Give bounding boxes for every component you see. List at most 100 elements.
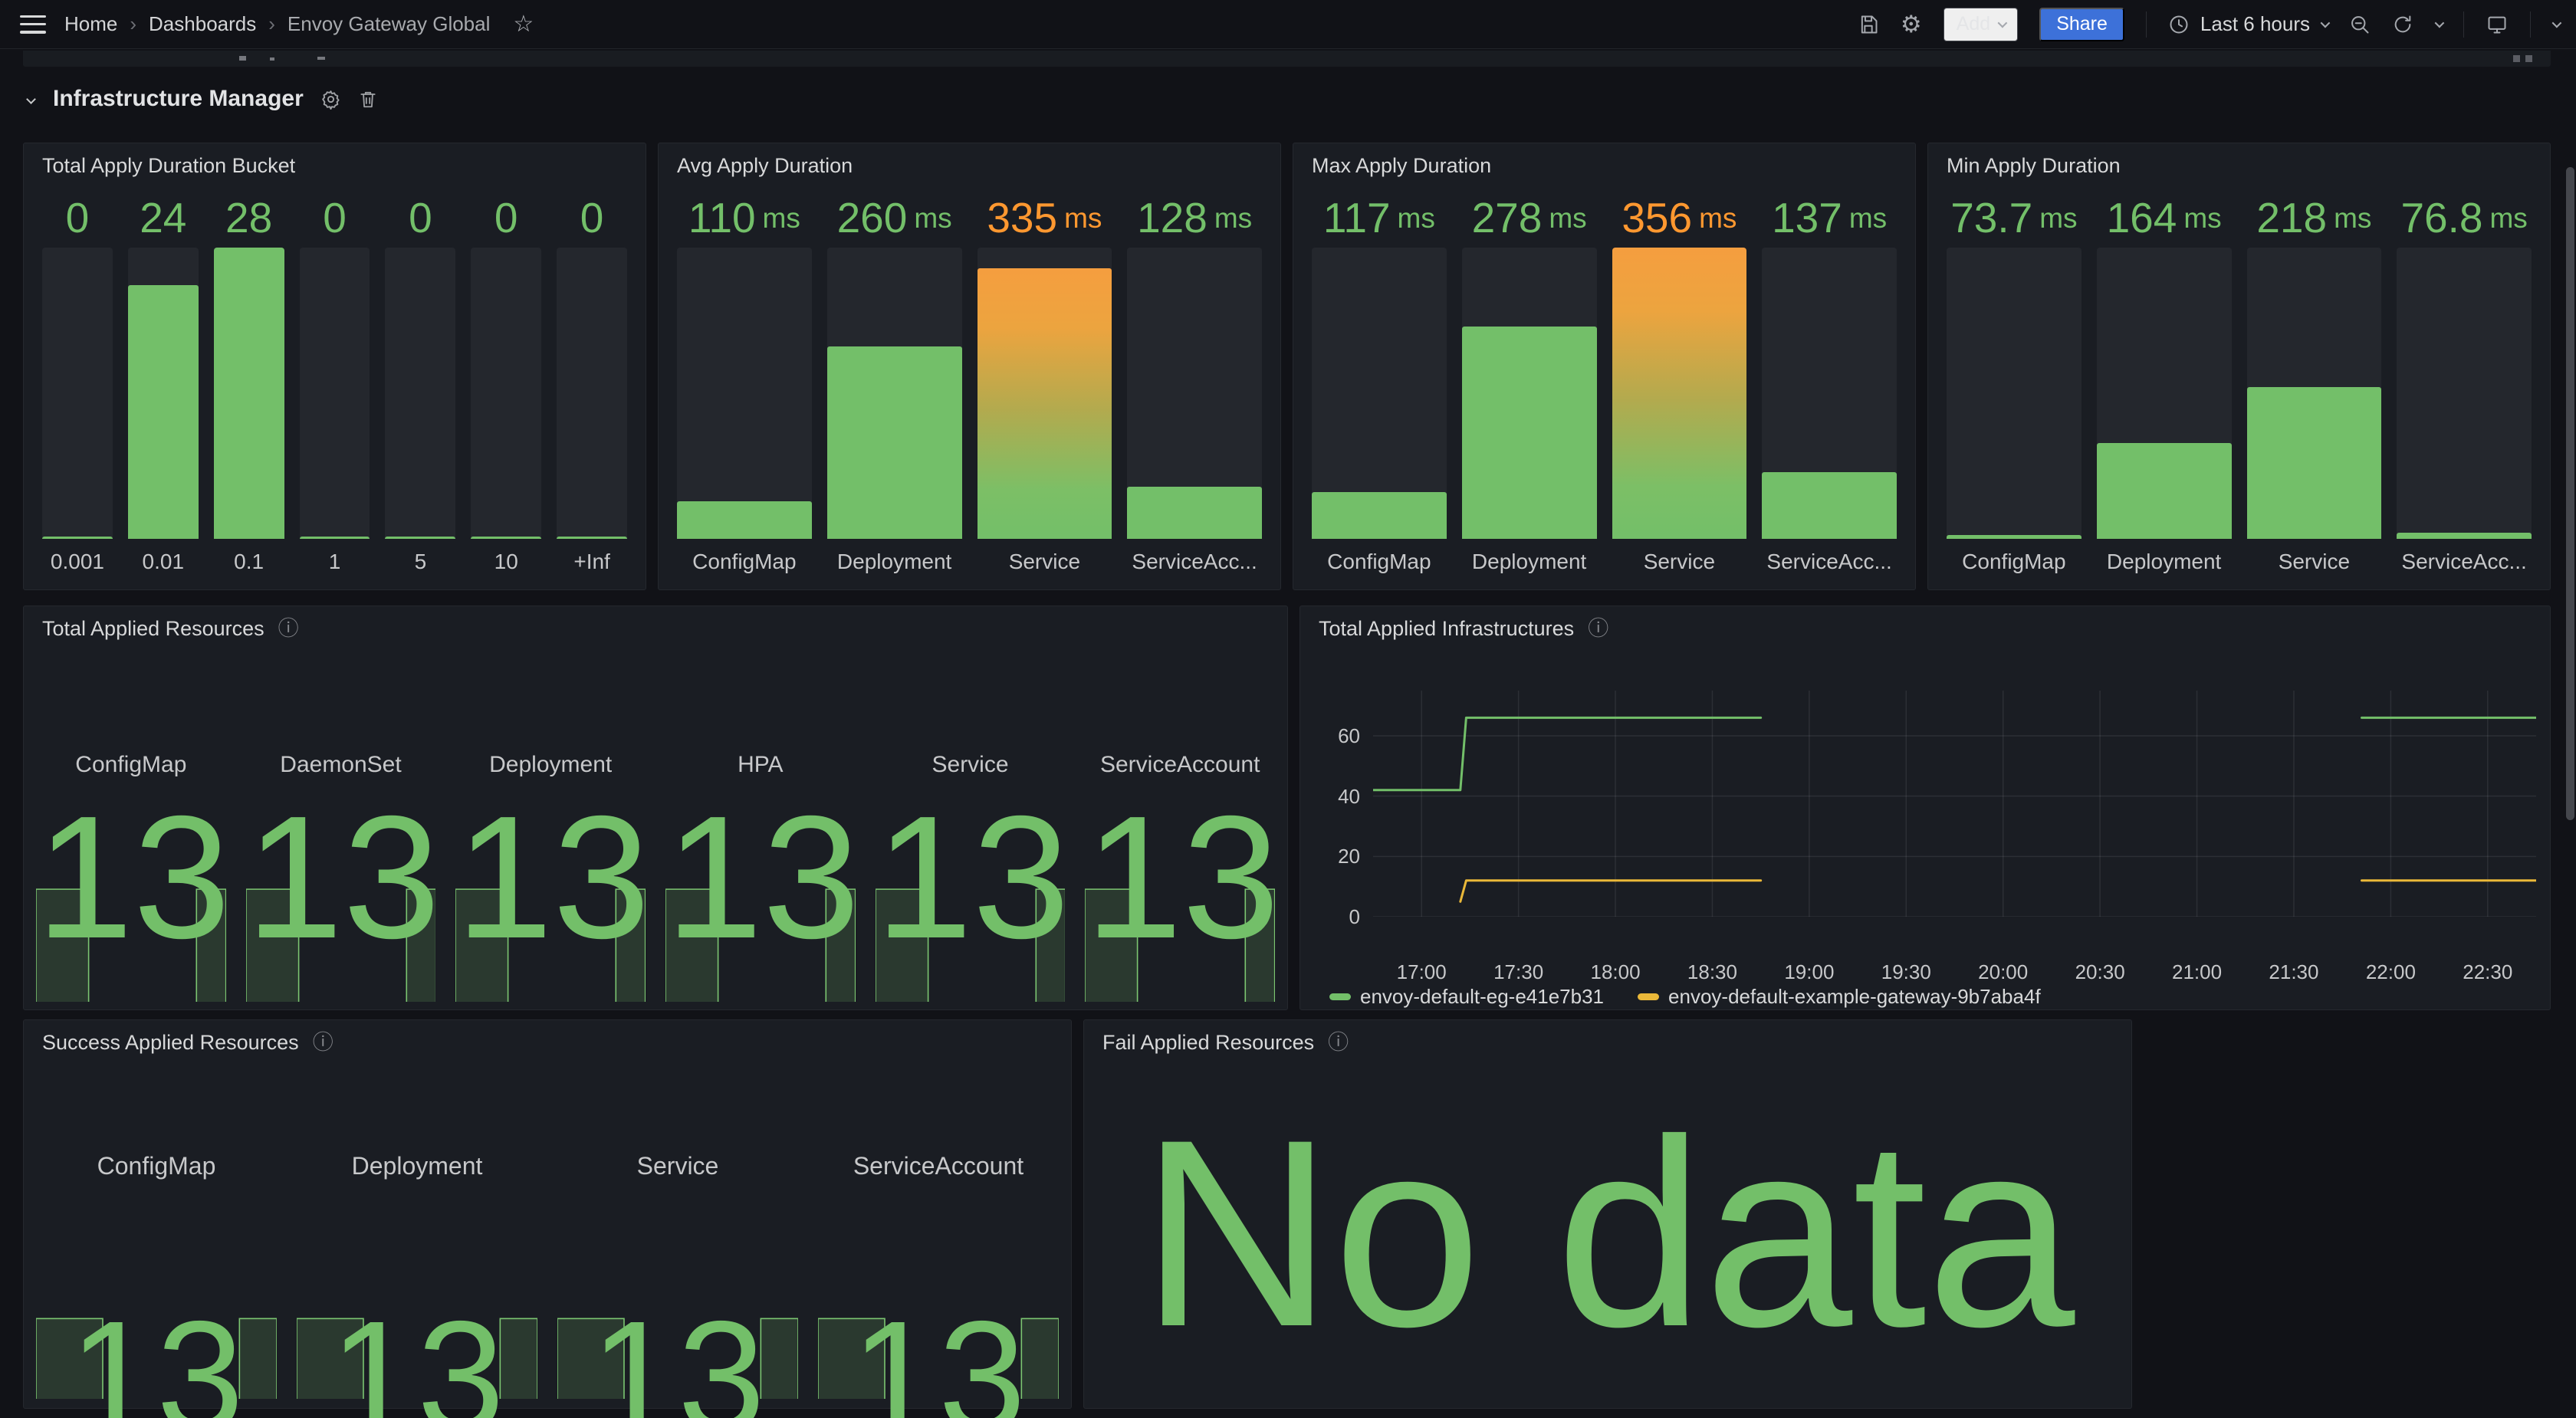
bar-value: 110ms — [677, 188, 812, 248]
bar-category-label: Service — [978, 539, 1112, 574]
panel-title[interactable]: Total Apply Duration Bucket — [42, 154, 295, 178]
scrollbar-thumb[interactable] — [2566, 167, 2574, 820]
panel-title[interactable]: Total Applied Resources — [42, 617, 264, 641]
refresh-icon[interactable] — [2392, 14, 2413, 35]
bar-fill — [2397, 533, 2532, 539]
bar-gauge-column: 73.7msConfigMap — [1947, 188, 2082, 577]
bar-value-number: 24 — [140, 197, 186, 239]
breadcrumb-separator: › — [130, 12, 136, 36]
stat-cell: Deployment13 — [455, 637, 646, 1006]
stat-cell: DaemonSet13 — [246, 637, 436, 1006]
bar-value: 278ms — [1462, 188, 1597, 248]
bar-gauge-column: 00.001 — [42, 188, 113, 577]
bar-value-number: 110 — [688, 197, 756, 239]
bar-fill — [42, 537, 113, 539]
panel-title[interactable]: Total Applied Infrastructures — [1319, 617, 1574, 641]
time-range-picker[interactable]: Last 6 hours — [2168, 12, 2328, 36]
bar-value: 73.7ms — [1947, 188, 2082, 248]
bar-value: 218ms — [2247, 188, 2382, 248]
add-button-label: Add — [1957, 13, 1990, 35]
bar-track — [557, 248, 627, 539]
grafana-dashboard: Home›Dashboards›Envoy Gateway Global ☆ ⚙… — [0, 0, 2576, 1418]
stat-cell: ConfigMap13 — [36, 637, 226, 1006]
bar-gauge-column: 01 — [300, 188, 370, 577]
breadcrumb-item[interactable]: Dashboards — [149, 12, 256, 36]
y-axis-tick-label: 0 — [1317, 905, 1360, 929]
add-button[interactable]: Add — [1944, 8, 2018, 41]
bar-value-number: 0 — [66, 197, 90, 239]
bar-category-label: Deployment — [827, 539, 962, 574]
bar-value-unit: ms — [763, 204, 800, 232]
bar-track — [827, 248, 962, 539]
share-button[interactable]: Share — [2039, 8, 2124, 41]
panel-title[interactable]: Avg Apply Duration — [677, 154, 853, 178]
row-collapse-chevron-icon[interactable] — [26, 94, 36, 104]
bar-value-unit: ms — [1699, 204, 1737, 232]
row-settings-gear-icon[interactable] — [320, 89, 341, 110]
legend-item[interactable]: envoy-default-example-gateway-9b7aba4f — [1638, 985, 2041, 1009]
legend-swatch — [1638, 993, 1659, 1000]
y-axis-tick-label: 40 — [1317, 785, 1360, 809]
legend-label: envoy-default-eg-e41e7b31 — [1360, 985, 1604, 1009]
menu-icon[interactable] — [20, 15, 46, 34]
bar-gauge-column: 356ms Service — [1612, 188, 1747, 577]
bar-track — [978, 248, 1112, 539]
tv-mode-icon[interactable] — [2486, 14, 2509, 35]
bar-track — [2247, 248, 2382, 539]
breadcrumb-item[interactable]: Home — [64, 12, 117, 36]
refresh-interval-chevron-icon[interactable] — [2435, 18, 2445, 28]
bar-track — [471, 248, 541, 539]
save-icon[interactable] — [1858, 14, 1879, 35]
bar-fill — [471, 537, 541, 539]
bar-category-label: ConfigMap — [677, 539, 812, 574]
bar-value: 164ms — [2097, 188, 2232, 248]
panel-total-applied-resources: Total Applied Resources ⓘ ConfigMap13Dae… — [23, 606, 1288, 1010]
stat-grid: ConfigMap13Deployment13Service13ServiceA… — [36, 1051, 1059, 1405]
info-icon[interactable]: ⓘ — [1328, 1032, 1349, 1053]
bar-category-label: +Inf — [557, 539, 627, 574]
divider — [2146, 11, 2147, 38]
stat-cell: Service13 — [557, 1051, 798, 1405]
stat-grid: ConfigMap13DaemonSet13Deployment13HPA13S… — [36, 637, 1275, 1006]
bar-fill — [677, 501, 812, 539]
top-nav: Home›Dashboards›Envoy Gateway Global ☆ ⚙… — [0, 0, 2576, 49]
zoom-out-icon[interactable] — [2349, 14, 2371, 35]
bar-track — [300, 248, 370, 539]
bar-category-label: Deployment — [2097, 539, 2232, 574]
info-icon[interactable]: ⓘ — [278, 619, 299, 639]
chevron-down-icon — [2321, 18, 2331, 28]
time-range-label: Last 6 hours — [2200, 12, 2310, 36]
bar-fill — [1127, 487, 1262, 539]
bar-category-label: Service — [2247, 539, 2382, 574]
panel-title[interactable]: Min Apply Duration — [1947, 154, 2121, 178]
row-title: Infrastructure Manager — [53, 86, 304, 112]
bar-gauge-column: 164ms Deployment — [2097, 188, 2232, 577]
bar-category-label: Service — [1612, 539, 1747, 574]
x-axis-tick-label: 19:00 — [1784, 960, 1834, 984]
panel-title[interactable]: Fail Applied Resources — [1102, 1031, 1314, 1055]
info-icon[interactable]: ⓘ — [313, 1032, 334, 1053]
bar-track — [1762, 248, 1897, 539]
stat-label: ConfigMap — [36, 752, 226, 778]
nav-more-chevron-icon[interactable] — [2552, 18, 2562, 28]
bar-value-number: 356 — [1622, 197, 1692, 239]
dashboard-settings-icon[interactable]: ⚙ — [1901, 12, 1922, 36]
row-header-infrastructure-manager[interactable]: Infrastructure Manager — [28, 86, 378, 112]
info-icon[interactable]: ⓘ — [1588, 619, 1608, 639]
stat-cell: ServiceAccount13 — [1085, 637, 1275, 1006]
bar-value-number: 278 — [1472, 197, 1543, 239]
favorite-star-icon[interactable]: ☆ — [513, 11, 534, 38]
legend-item[interactable]: envoy-default-eg-e41e7b31 — [1329, 985, 1604, 1009]
x-axis-tick-label: 17:30 — [1493, 960, 1543, 984]
panel-title[interactable]: Max Apply Duration — [1312, 154, 1491, 178]
x-axis-tick-label: 19:30 — [1881, 960, 1931, 984]
panel-title[interactable]: Success Applied Resources — [42, 1031, 299, 1055]
bar-gauge-column: 278msDeployment — [1462, 188, 1597, 577]
divider — [2463, 11, 2464, 38]
scrollbar-track[interactable] — [2565, 49, 2575, 1418]
bar-gauge: 00.001240.01280.101050100+Inf — [42, 188, 627, 577]
bar-value: 0 — [557, 188, 627, 248]
row-delete-trash-icon[interactable] — [358, 89, 378, 110]
bar-value: 117ms — [1312, 188, 1447, 248]
bar-track — [1127, 248, 1262, 539]
